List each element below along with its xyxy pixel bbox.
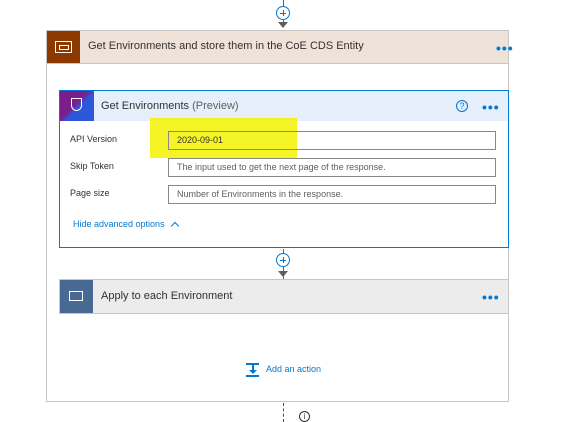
hide-advanced-options-link[interactable]: Hide advanced options: [73, 219, 165, 229]
info-icon[interactable]: i: [299, 411, 310, 422]
page-size-input[interactable]: Number of Environments in the response.: [168, 185, 496, 204]
api-version-label: API Version: [70, 134, 118, 144]
loop-more-options-button[interactable]: •••: [482, 290, 500, 304]
scope-title: Get Environments and store them in the C…: [88, 40, 364, 52]
action-title: Get Environments (Preview): [101, 100, 239, 112]
action-title-suffix: (Preview): [192, 100, 239, 112]
action-more-options-button[interactable]: •••: [482, 100, 500, 114]
scope-icon: [47, 31, 80, 63]
add-action-icon: [246, 363, 259, 377]
api-version-input[interactable]: 2020-09-01: [168, 131, 496, 150]
connector-arrow-icon: [278, 22, 288, 28]
shield-icon: [60, 91, 94, 121]
connector-arrow-icon: [278, 271, 288, 277]
insert-step-plus-icon[interactable]: [276, 253, 290, 267]
bottom-connector-line: [283, 403, 284, 422]
help-icon[interactable]: ?: [456, 100, 468, 112]
add-action-label: Add an action: [266, 364, 322, 374]
insert-step-plus-icon[interactable]: [276, 6, 290, 20]
skip-token-label: Skip Token: [70, 161, 114, 171]
action-title-text: Get Environments: [101, 100, 190, 112]
hide-advanced-options-label: Hide advanced options: [73, 219, 165, 229]
loop-icon: [60, 280, 93, 313]
skip-token-input[interactable]: The input used to get the next page of t…: [168, 158, 496, 177]
page-size-label: Page size: [70, 188, 110, 198]
scope-more-options-button[interactable]: •••: [496, 41, 514, 55]
apply-to-each-title: Apply to each Environment: [101, 290, 233, 302]
